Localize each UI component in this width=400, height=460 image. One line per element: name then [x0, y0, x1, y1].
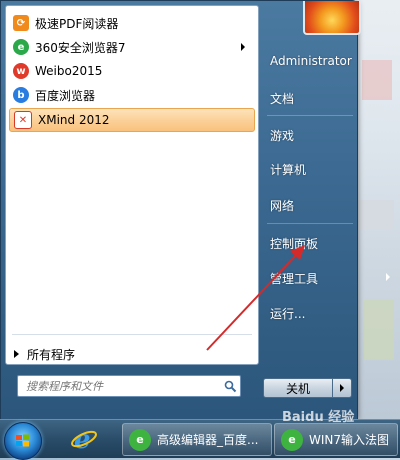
360-browser-icon: e	[129, 428, 151, 451]
watermark: Baidu 经验	[282, 410, 355, 425]
taskbar-task-editor[interactable]: e 高级编辑器_百度...	[122, 423, 272, 456]
annotation-arrow	[206, 245, 305, 351]
taskbar: e e 高级编辑器_百度... e WIN7输入法图 Baidu 经验	[0, 410, 400, 460]
360-browser-icon: e	[281, 428, 303, 451]
task-label: 高级编辑器_百度...	[157, 433, 259, 447]
ie-taskbar-icon[interactable]: e	[64, 423, 104, 455]
svg-text:e: e	[74, 425, 91, 453]
task-label: WIN7输入法图	[309, 433, 390, 447]
taskbar-task-win7[interactable]: e WIN7输入法图	[274, 423, 398, 456]
windows-logo-icon	[16, 434, 29, 447]
start-button[interactable]	[4, 422, 42, 460]
internet-explorer-icon: e	[71, 425, 97, 453]
